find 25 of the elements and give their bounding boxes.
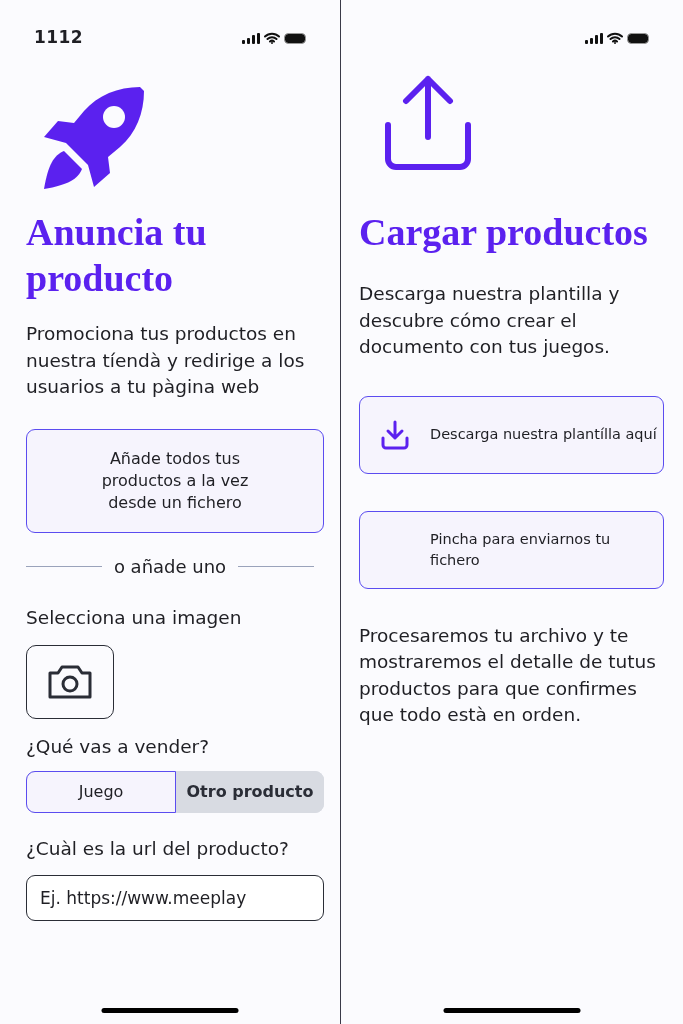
field-label: Selecciona una imagen	[26, 605, 243, 630]
wifi-icon	[264, 32, 280, 44]
signal-icon	[585, 32, 603, 44]
signal-icon	[242, 32, 260, 44]
field-label: ¿Qué vas a vender?	[26, 735, 210, 760]
send-file-button[interactable]: Pincha para enviarnos tu fichero	[359, 510, 664, 589]
camera-icon	[46, 663, 94, 702]
description-text: Descarga nuestra plantilla y descubre cómo crear el documento con tus juegos.	[359, 282, 621, 359]
upload-icon	[384, 75, 472, 171]
download-template-button[interactable]: Descarga nuestra plantílla aquí	[359, 395, 664, 474]
status-time: 1112	[34, 26, 83, 50]
field-label: ¿Cuàl es la url del producto?	[26, 837, 290, 861]
page-title: Cargar productos	[359, 210, 649, 255]
divider-label: o añade uno	[113, 554, 227, 579]
url-input-field[interactable]: Ej. https://www.meeplay	[26, 874, 324, 921]
bulk-upload-button[interactable]: Añade todos tus productos a la vez desde un fichero	[26, 428, 324, 533]
wifi-icon	[607, 32, 623, 44]
battery-icon	[627, 32, 649, 44]
page-title: Anuncia tu producto	[26, 210, 208, 301]
battery-icon	[284, 32, 306, 44]
info-text: Procesaremos tu archivo y te mostraremos el detalle de tutus productos para que confirmes que todo està en orden.	[359, 623, 657, 727]
download-icon	[381, 419, 409, 450]
description-text: Promociona tus productos en nuestra tíendà y redirige a los usuarios a tu pàgina web	[26, 322, 306, 399]
segment-tab[interactable]: Juego	[26, 771, 176, 813]
image-picker-button[interactable]	[26, 645, 114, 720]
